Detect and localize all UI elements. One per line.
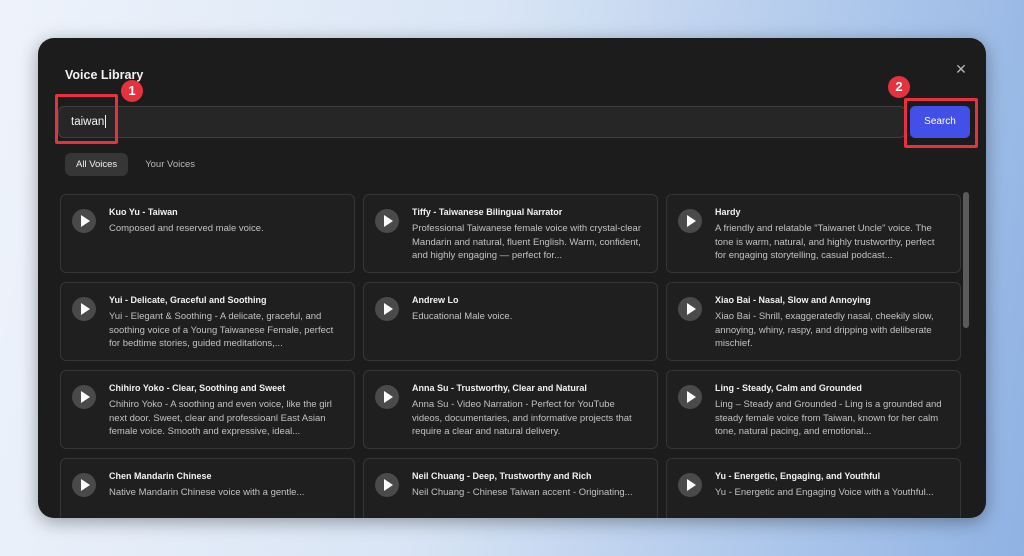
voice-name: Chihiro Yoko - Clear, Soothing and Sweet: [109, 383, 286, 393]
play-icon[interactable]: [72, 209, 96, 233]
voice-name: Anna Su - Trustworthy, Clear and Natural: [412, 383, 587, 393]
voice-description: Anna Su - Video Narration - Perfect for …: [412, 399, 632, 437]
play-icon[interactable]: [375, 473, 399, 497]
play-icon[interactable]: [678, 473, 702, 497]
voice-card[interactable]: Yu - Energetic, Engaging, and Youthful Y…: [666, 458, 961, 518]
voice-card[interactable]: Tiffy - Taiwanese Bilingual Narrator Pro…: [363, 194, 658, 273]
voice-card[interactable]: Chen Mandarin Chinese Native Mandarin Ch…: [60, 458, 355, 518]
callout-box-search-button: [904, 98, 978, 148]
voice-description: Yu - Energetic and Engaging Voice with a…: [715, 487, 934, 498]
play-icon[interactable]: [678, 209, 702, 233]
voice-card[interactable]: Kuo Yu - Taiwan Composed and reserved ma…: [60, 194, 355, 273]
play-icon[interactable]: [375, 385, 399, 409]
play-icon[interactable]: [678, 297, 702, 321]
voice-description: Composed and reserved male voice.: [109, 223, 264, 234]
voice-description: Native Mandarin Chinese voice with a gen…: [109, 487, 305, 498]
voice-name: Yui - Delicate, Graceful and Soothing: [109, 295, 267, 305]
voice-name: Chen Mandarin Chinese: [109, 471, 212, 481]
voice-card[interactable]: Xiao Bai - Nasal, Slow and Annoying Xiao…: [666, 282, 961, 361]
voice-description: Educational Male voice.: [412, 311, 513, 322]
close-icon[interactable]: ✕: [954, 62, 968, 76]
tab-your-voices[interactable]: Your Voices: [134, 153, 206, 176]
step-badge-2: 2: [888, 76, 910, 98]
voice-description: Yui - Elegant & Soothing - A delicate, g…: [109, 311, 334, 349]
voice-description: Chihiro Yoko - A soothing and even voice…: [109, 399, 332, 437]
play-icon[interactable]: [72, 297, 96, 321]
callout-box-search-input: [55, 94, 118, 144]
play-icon[interactable]: [72, 473, 96, 497]
voice-card[interactable]: Ling - Steady, Calm and Grounded Ling – …: [666, 370, 961, 449]
step-badge-1: 1: [121, 80, 143, 102]
voice-name: Kuo Yu - Taiwan: [109, 207, 178, 217]
voice-card[interactable]: Hardy A friendly and relatable "Taiwanet…: [666, 194, 961, 273]
voice-name: Andrew Lo: [412, 295, 459, 305]
voice-description: Neil Chuang - Chinese Taiwan accent - Or…: [412, 487, 633, 498]
voice-library-modal: Voice Library ✕ taiwan Search All Voices…: [38, 38, 986, 518]
voice-card[interactable]: Yui - Delicate, Graceful and Soothing Yu…: [60, 282, 355, 361]
voice-name: Hardy: [715, 207, 741, 217]
voice-description: Ling – Steady and Grounded - Ling is a g…: [715, 399, 942, 437]
play-icon[interactable]: [72, 385, 96, 409]
voice-name: Tiffy - Taiwanese Bilingual Narrator: [412, 207, 563, 217]
tab-all-voices[interactable]: All Voices: [65, 153, 129, 176]
voice-description: Xiao Bai - Shrill, exaggeratedly nasal, …: [715, 311, 934, 349]
play-icon[interactable]: [678, 385, 702, 409]
voice-card[interactable]: Anna Su - Trustworthy, Clear and Natural…: [363, 370, 658, 449]
voice-grid: Kuo Yu - Taiwan Composed and reserved ma…: [60, 194, 962, 518]
voice-tabs: All Voices Your Voices: [65, 153, 206, 176]
voice-card[interactable]: Neil Chuang - Deep, Trustworthy and Rich…: [363, 458, 658, 518]
search-input[interactable]: taiwan: [58, 106, 906, 138]
voice-card[interactable]: Andrew Lo Educational Male voice.: [363, 282, 658, 361]
voice-name: Ling - Steady, Calm and Grounded: [715, 383, 862, 393]
play-icon[interactable]: [375, 209, 399, 233]
voice-card[interactable]: Chihiro Yoko - Clear, Soothing and Sweet…: [60, 370, 355, 449]
voice-name: Xiao Bai - Nasal, Slow and Annoying: [715, 295, 871, 305]
play-icon[interactable]: [375, 297, 399, 321]
voice-name: Yu - Energetic, Engaging, and Youthful: [715, 471, 881, 481]
voice-name: Neil Chuang - Deep, Trustworthy and Rich: [412, 471, 592, 481]
scrollbar[interactable]: [963, 192, 969, 328]
voice-description: A friendly and relatable "Taiwanet Uncle…: [715, 223, 935, 261]
voice-description: Professional Taiwanese female voice with…: [412, 223, 641, 261]
